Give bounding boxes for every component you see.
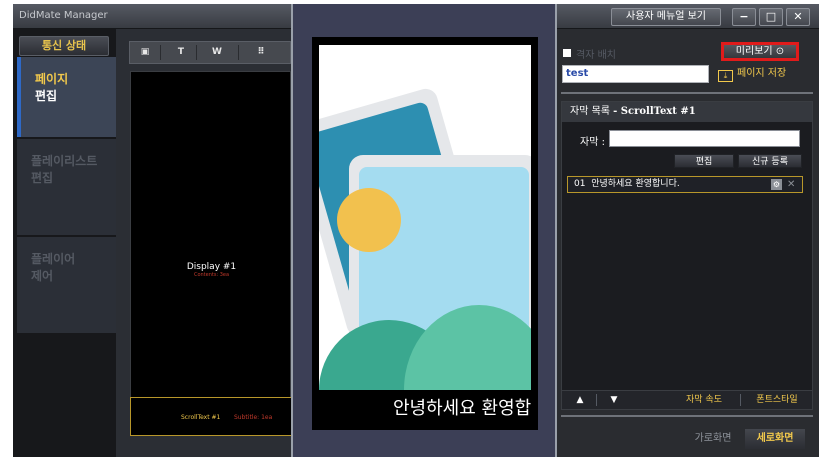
move-up-button[interactable]: ▲ [570, 391, 590, 409]
left-navigation: 통신 상태 페이지 편집 플레이리스트 편집 플레이어 제어 [13, 29, 116, 457]
caption-panel-header: 자막 목록 - ScrollText #1 [562, 102, 812, 122]
caption-list-item[interactable]: 01 안녕하세요 환영합니다. ⚙ ✕ [567, 176, 803, 193]
display-title: Display #1 [186, 262, 237, 272]
nav-label-line1: 페이지 [35, 72, 69, 86]
toolbar-divider [196, 45, 197, 60]
nav-label-line1: 플레이어 [31, 252, 76, 266]
scroll-text-name: ScrollText #1 [181, 414, 221, 421]
nav-label-line2: 편집 [31, 171, 54, 185]
toolbar-divider [238, 45, 239, 60]
display-zone[interactable]: Display #1 Contents: 3ea [131, 262, 292, 278]
display-subtitle: Contents: 3ea [193, 272, 230, 278]
caption-panel: 자막 목록 - ScrollText #1 자막 : 편집 신규 등록 01 안… [561, 101, 813, 391]
nav-label-line2: 제어 [31, 269, 54, 283]
close-button[interactable]: ✕ [786, 8, 810, 26]
app-title: DidMate Manager [19, 10, 108, 21]
nav-page-edit[interactable]: 페이지 편집 [17, 57, 116, 137]
scroll-text-zone[interactable]: ScrollText #1 Subtitle: 1ea [130, 397, 300, 436]
portrait-button[interactable]: 세로화면 [745, 429, 805, 449]
grid-layout-checkbox[interactable] [563, 49, 571, 57]
preview-scroll-text: 안녕하세요 환영합 [319, 390, 531, 420]
landscape-button[interactable]: 가로화면 [685, 429, 741, 449]
app-window: DidMate Manager 사용자 메뉴얼 보기 − □ ✕ 통신 상태 페… [13, 4, 819, 457]
new-caption-button[interactable]: 신규 등록 [738, 154, 802, 168]
caption-speed-button[interactable]: 자막 속도 [674, 391, 734, 409]
font-style-button[interactable]: 폰트스타일 [746, 391, 808, 409]
divider [561, 92, 813, 94]
caption-controls: ▲ ▼ 자막 속도 폰트스타일 [561, 390, 813, 410]
caption-index: 01 [574, 179, 586, 189]
page-editor: ▣ T W ⠿ Display #1 Contents: 3ea ScrollT… [116, 29, 300, 457]
play-circle-icon: ⊙ [775, 46, 785, 57]
maximize-button[interactable]: □ [759, 8, 783, 26]
grid-icon[interactable]: ⠿ [254, 45, 268, 60]
nav-label-line2: 편집 [35, 89, 58, 103]
caption-list-item-name: - ScrollText #1 [613, 106, 696, 117]
nav-label-line1: 플레이리스트 [31, 154, 98, 168]
user-manual-button[interactable]: 사용자 메뉴얼 보기 [611, 8, 721, 26]
scroll-text-subtitle: Subtitle: 1ea [234, 414, 273, 421]
divider [561, 415, 813, 417]
divider [740, 394, 741, 406]
preview-button[interactable]: 미리보기 ⊙ [721, 42, 799, 61]
preview-screen: 안녕하세요 환영합 [319, 45, 531, 420]
download-icon: ⤓ [718, 70, 733, 82]
grid-layout-label: 격자 배치 [576, 50, 616, 61]
nav-player-control[interactable]: 플레이어 제어 [17, 237, 116, 333]
caption-input[interactable] [609, 130, 800, 147]
caption-label: 자막 : [580, 137, 605, 148]
preview-pane: 안녕하세요 환영합 [291, 4, 557, 457]
editor-toolbar: ▣ T W ⠿ [129, 41, 291, 64]
display-canvas[interactable]: Display #1 Contents: 3ea [130, 71, 291, 436]
minimize-button[interactable]: − [732, 8, 756, 26]
web-icon[interactable]: W [210, 45, 224, 60]
communication-status-button[interactable]: 통신 상태 [19, 36, 109, 56]
image-icon[interactable]: ▣ [138, 45, 152, 60]
caption-text: 안녕하세요 환영합니다. [591, 179, 680, 189]
toolbar-divider [160, 45, 161, 60]
right-panel: 격자 배치 미리보기 ⊙ test ⤓ 페이지 저장 자막 목록 - Scroll… [557, 29, 819, 457]
save-page-label: 페이지 저장 [737, 68, 787, 79]
settings-icon[interactable]: ⚙ [771, 179, 782, 190]
text-icon[interactable]: T [174, 45, 188, 60]
move-down-button[interactable]: ▼ [604, 391, 624, 409]
save-page-button[interactable]: ⤓ 페이지 저장 [718, 65, 800, 83]
divider [596, 394, 597, 406]
page-name-input[interactable]: test [562, 65, 709, 83]
preview-button-label: 미리보기 [735, 46, 773, 57]
edit-button[interactable]: 편집 [674, 154, 734, 168]
nav-playlist-edit[interactable]: 플레이리스트 편집 [17, 139, 116, 235]
delete-icon[interactable]: ✕ [787, 177, 795, 192]
placeholder-image-icon [319, 88, 531, 420]
preview-frame: 안녕하세요 환영합 [312, 37, 538, 430]
caption-list-title: 자막 목록 [570, 106, 610, 117]
